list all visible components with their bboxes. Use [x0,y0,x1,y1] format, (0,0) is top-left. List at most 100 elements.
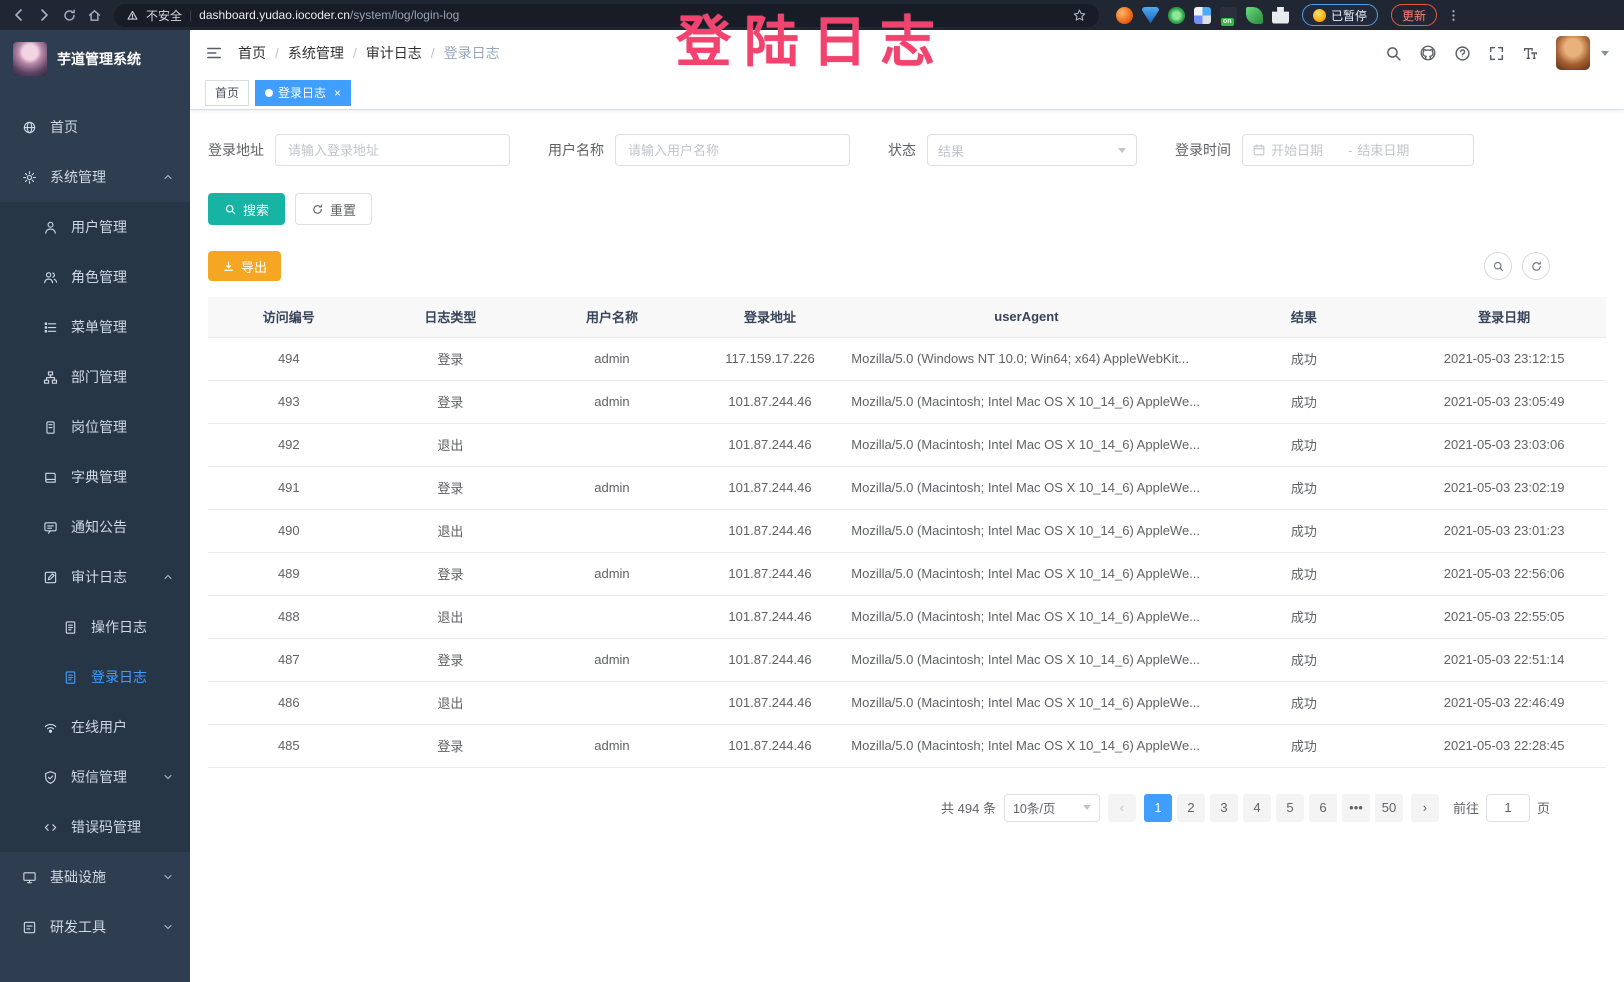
tag-1[interactable]: 登录日志× [255,80,351,106]
table-cell: Mozilla/5.0 (Macintosh; Intel Mac OS X 1… [847,423,1205,466]
home-icon[interactable] [83,4,105,26]
table-cell: 101.87.244.46 [693,681,848,724]
breadcrumb-item[interactable]: 审计日志 [366,43,422,63]
shield-icon [42,770,58,785]
username-input[interactable] [615,134,850,166]
extension-dark-icon[interactable]: on [1220,7,1237,24]
extension-grid-icon[interactable] [1194,7,1211,24]
pagination: 共 494 条 10条/页 ‹ 123456•••50 › 前往 页 [208,794,1550,822]
table-row[interactable]: 485登录admin101.87.244.46Mozilla/5.0 (Maci… [208,724,1606,767]
github-icon[interactable] [1419,44,1437,62]
table-row[interactable]: 489登录admin101.87.244.46Mozilla/5.0 (Maci… [208,552,1606,595]
sidebar-item-9[interactable]: 审计日志 [0,552,190,602]
address-bar[interactable]: 不安全 | dashboard.yudao.iocoder.cn/system/… [114,4,1099,27]
sidebar-item-1[interactable]: 系统管理 [0,152,190,202]
table-row[interactable]: 487登录admin101.87.244.46Mozilla/5.0 (Maci… [208,638,1606,681]
status-select[interactable]: 结果 [927,134,1137,166]
table-row[interactable]: 490退出101.87.244.46Mozilla/5.0 (Macintosh… [208,509,1606,552]
end-date-input[interactable] [1357,143,1429,158]
sidebar-item-6[interactable]: 岗位管理 [0,402,190,452]
extension-shield-icon[interactable] [1142,7,1159,24]
table-cell: 101.87.244.46 [693,724,848,767]
table-row[interactable]: 493登录admin101.87.244.46Mozilla/5.0 (Maci… [208,380,1606,423]
reset-button-label: 重置 [330,200,356,219]
top-navbar: 首页/系统管理/审计日志/登录日志 [190,30,1624,76]
extension-orange-icon[interactable] [1116,7,1133,24]
page-button-1[interactable]: 1 [1144,794,1172,822]
refresh-icon [311,203,324,216]
chevron-down-icon [1118,148,1126,153]
goto-page-input[interactable] [1486,794,1530,822]
sidebar-item-4[interactable]: 菜单管理 [0,302,190,352]
sidebar-item-10[interactable]: 操作日志 [0,602,190,652]
sidebar-item-16[interactable]: 研发工具 [0,902,190,952]
tool-icon [21,920,37,935]
extension-leaf-icon[interactable] [1246,7,1263,24]
back-icon[interactable] [8,4,30,26]
update-button[interactable]: 更新 [1391,4,1437,26]
extension-green-icon[interactable] [1168,7,1185,24]
chevron-down-icon [162,921,174,933]
breadcrumb-separator: / [275,45,279,61]
font-size-icon[interactable] [1522,45,1539,62]
page-button-3[interactable]: 3 [1210,794,1238,822]
sidebar-toggle-icon[interactable] [205,44,223,62]
toggle-search-button[interactable] [1484,252,1512,280]
table-row[interactable]: 486退出101.87.244.46Mozilla/5.0 (Macintosh… [208,681,1606,724]
forward-icon[interactable] [33,4,55,26]
breadcrumb-item[interactable]: 系统管理 [288,43,344,63]
table-row[interactable]: 488退出101.87.244.46Mozilla/5.0 (Macintosh… [208,595,1606,638]
table-row[interactable]: 494登录admin117.159.17.226Mozilla/5.0 (Win… [208,337,1606,380]
reload-icon[interactable] [58,4,80,26]
sidebar-item-5[interactable]: 部门管理 [0,352,190,402]
sidebar-item-12[interactable]: 在线用户 [0,702,190,752]
browser-menu-icon[interactable] [1446,8,1461,23]
table-cell: 登录 [370,466,532,509]
table-cell: 101.87.244.46 [693,466,848,509]
sidebar-item-11[interactable]: 登录日志 [0,652,190,702]
next-page-button[interactable]: › [1411,794,1439,822]
page-size-select[interactable]: 10条/页 [1004,794,1100,822]
page-button-50[interactable]: 50 [1375,794,1403,822]
paused-badge[interactable]: 已暂停 [1302,4,1378,26]
reset-button[interactable]: 重置 [295,193,372,225]
table-row[interactable]: 492退出101.87.244.46Mozilla/5.0 (Macintosh… [208,423,1606,466]
user-avatar[interactable] [1556,36,1590,70]
sidebar-item-7[interactable]: 字典管理 [0,452,190,502]
page-button-2[interactable]: 2 [1177,794,1205,822]
sidebar-item-13[interactable]: 短信管理 [0,752,190,802]
export-button-label: 导出 [241,257,267,276]
sidebar-item-3[interactable]: 角色管理 [0,252,190,302]
tag-0[interactable]: 首页 [205,80,249,106]
page-button-6[interactable]: 6 [1309,794,1337,822]
sidebar-item-14[interactable]: 错误码管理 [0,802,190,852]
fullscreen-icon[interactable] [1488,45,1505,62]
bookmark-star-icon[interactable] [1072,8,1087,23]
login-address-input[interactable] [275,134,510,166]
sidebar-item-label: 岗位管理 [71,417,127,437]
app-logo[interactable]: 芋道管理系统 [0,30,190,88]
sidebar-item-2[interactable]: 用户管理 [0,202,190,252]
close-icon[interactable]: × [334,86,341,100]
avatar-caret-icon[interactable] [1601,51,1609,56]
table-cell: 成功 [1206,337,1403,380]
sidebar-item-label: 登录日志 [91,667,147,687]
search-button[interactable]: 搜索 [208,193,285,225]
sidebar-item-8[interactable]: 通知公告 [0,502,190,552]
search-icon[interactable] [1385,45,1402,62]
refresh-table-button[interactable] [1522,252,1550,280]
total-count: 共 494 条 [941,798,996,817]
prev-page-button[interactable]: ‹ [1108,794,1136,822]
start-date-input[interactable] [1271,143,1343,158]
date-range-picker[interactable]: - [1242,134,1474,166]
sidebar-item-0[interactable]: 首页 [0,102,190,152]
table-row[interactable]: 491登录admin101.87.244.46Mozilla/5.0 (Maci… [208,466,1606,509]
pager-ellipsis[interactable]: ••• [1342,794,1370,822]
page-button-4[interactable]: 4 [1243,794,1271,822]
extensions-puzzle-icon[interactable] [1272,7,1289,24]
help-icon[interactable] [1454,45,1471,62]
sidebar-item-15[interactable]: 基础设施 [0,852,190,902]
breadcrumb-item[interactable]: 首页 [238,43,266,63]
export-button[interactable]: 导出 [208,251,281,281]
page-button-5[interactable]: 5 [1276,794,1304,822]
